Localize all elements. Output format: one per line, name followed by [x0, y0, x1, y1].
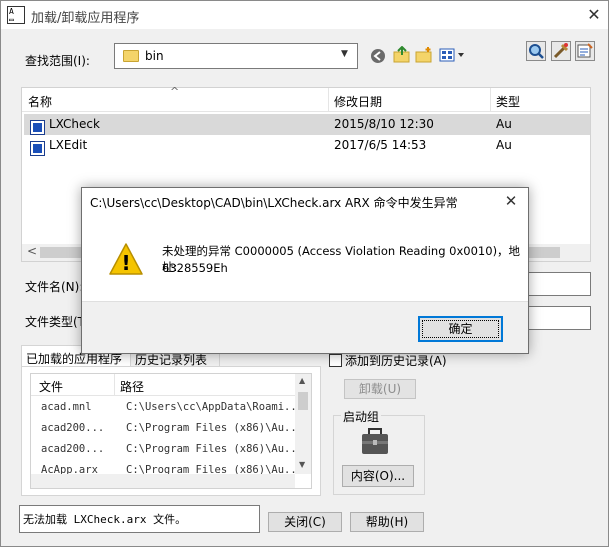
loaded-file-name[interactable]: acad200...	[41, 443, 104, 455]
file-name: LXCheck	[49, 117, 100, 131]
unload-button[interactable]: 卸载(U)	[344, 379, 416, 399]
file-date: 2015/8/10 12:30	[334, 117, 434, 131]
sort-ascending-icon: ^	[170, 85, 180, 98]
filetype-label: 文件类型(T)	[25, 315, 90, 329]
loaded-file-name[interactable]: AcApp.arx	[41, 464, 98, 474]
lookin-value: bin	[145, 49, 164, 63]
scroll-up-icon[interactable]: ▲	[299, 376, 305, 385]
help-button[interactable]: 帮助(H)	[350, 512, 424, 532]
column-date-header[interactable]: 修改日期	[334, 93, 382, 110]
column-name-header[interactable]: 名称	[28, 93, 52, 110]
find-icon[interactable]	[526, 41, 546, 61]
window-title: 加载/卸载应用程序	[31, 11, 140, 26]
title-bar: A ▭ 加载/卸载应用程序 ✕	[1, 1, 608, 29]
close-icon[interactable]: ✕	[583, 4, 605, 26]
file-row[interactable]: LXCheck 2015/8/10 12:30 Au	[24, 114, 590, 135]
dialog-footer: 确定	[82, 301, 528, 353]
close-icon[interactable]: ✕	[500, 191, 522, 211]
arx-file-icon	[30, 120, 45, 135]
new-folder-icon[interactable]	[415, 46, 433, 64]
file-type: Au	[496, 117, 512, 131]
loaded-file-path[interactable]: C:\Program Files (x86)\Au...	[126, 464, 303, 474]
lookin-label: 查找范围(I):	[25, 54, 90, 68]
options-icon[interactable]	[575, 41, 595, 61]
loaded-file-name[interactable]: acad.mnl	[41, 401, 92, 413]
loaded-file-path[interactable]: C:\Program Files (x86)\Au...	[126, 443, 303, 455]
autocad-app-icon: A ▭	[7, 6, 25, 24]
loaded-apps-list[interactable]: 文件 路径 acad.mnl C:\Users\cc\AppData\Roami…	[30, 373, 312, 489]
file-type: Au	[496, 138, 512, 152]
up-folder-icon[interactable]	[393, 46, 411, 64]
filename-label: 文件名(N):	[25, 280, 84, 294]
scroll-thumb[interactable]	[298, 392, 308, 410]
scroll-left-icon[interactable]: <	[27, 244, 37, 258]
arx-file-icon	[30, 141, 45, 156]
warning-icon: !	[109, 243, 143, 275]
tools-icon[interactable]	[551, 41, 571, 61]
column-separator[interactable]	[114, 374, 115, 396]
status-text: 无法加载 LXCheck.arx 文件。	[23, 513, 187, 526]
loaded-file-path[interactable]: C:\Program Files (x86)\Au...	[126, 422, 303, 434]
loaded-file-name[interactable]: acad200...	[41, 422, 104, 434]
contents-button[interactable]: 内容(O)...	[342, 465, 414, 487]
chevron-down-icon: ▼	[341, 49, 348, 59]
lookin-combobox[interactable]: bin ▼	[114, 43, 358, 69]
startup-suite-label: 启动组	[341, 408, 382, 425]
back-icon[interactable]	[370, 48, 386, 64]
arx-exception-dialog: C:\Users\cc\Desktop\CAD\bin\LXCheck.arx …	[81, 187, 529, 354]
column-type-header[interactable]: 类型	[496, 93, 520, 110]
folder-icon	[123, 50, 139, 62]
ok-button-label: 确定	[422, 320, 499, 338]
status-message-box: 无法加载 LXCheck.arx 文件。	[19, 505, 260, 533]
file-date: 2017/6/5 14:53	[334, 138, 427, 152]
column-separator[interactable]	[490, 88, 491, 112]
loaded-list-header: 文件 路径	[31, 374, 295, 396]
warning-glyph: !	[121, 251, 130, 275]
view-menu-icon[interactable]	[439, 46, 467, 64]
file-row[interactable]: LXEdit 2017/6/5 14:53 Au	[24, 135, 590, 156]
add-to-history-checkbox[interactable]	[329, 354, 342, 367]
loaded-file-path[interactable]: C:\Users\cc\AppData\Roami...	[126, 401, 303, 413]
error-message-line2: 6328559Eh	[162, 261, 228, 275]
file-name: LXEdit	[49, 138, 88, 152]
file-list-header: 名称 ^ 修改日期 类型	[22, 85, 590, 112]
column-file-header[interactable]: 文件	[39, 378, 63, 395]
briefcase-icon	[362, 428, 388, 454]
horizontal-scrollbar[interactable]	[31, 474, 295, 488]
add-to-history-label: 添加到历史记录(A)	[345, 354, 447, 368]
vertical-scrollbar[interactable]: ▲ ▼	[295, 374, 311, 474]
column-path-header[interactable]: 路径	[120, 378, 144, 395]
close-button[interactable]: 关闭(C)	[268, 512, 342, 532]
ok-button[interactable]: 确定	[418, 316, 503, 342]
scroll-down-icon[interactable]: ▼	[299, 460, 305, 469]
column-separator[interactable]	[328, 88, 329, 112]
dialog-title: C:\Users\cc\Desktop\CAD\bin\LXCheck.arx …	[90, 196, 458, 210]
